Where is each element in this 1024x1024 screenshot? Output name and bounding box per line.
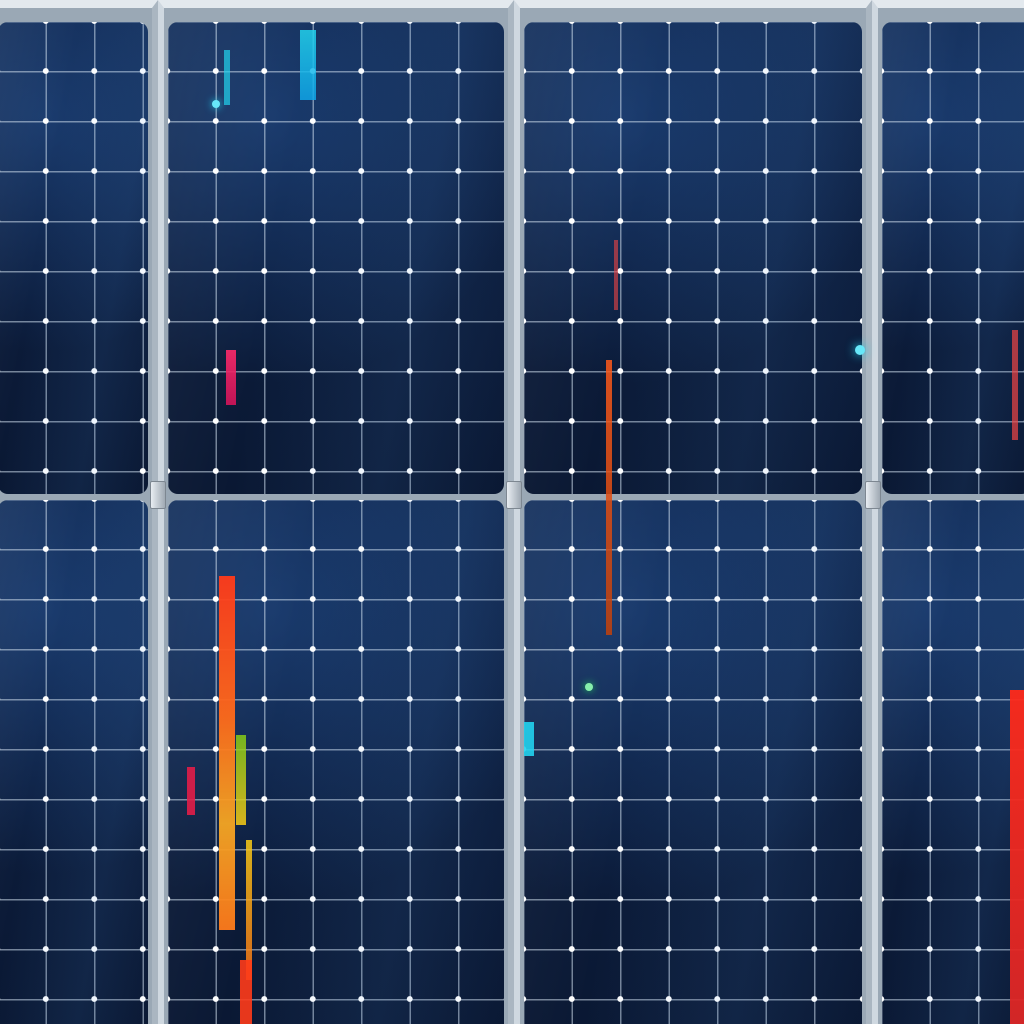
panel-2-upper-cells [168, 22, 504, 494]
solar-panel-2 [158, 0, 514, 1024]
glitch-streak [606, 360, 612, 635]
panel-1-lower-cells [0, 500, 148, 1024]
solar-panel-3 [514, 0, 872, 1024]
glitch-streak [226, 350, 236, 405]
glitch-streak [1012, 330, 1018, 440]
mounting-clamp [506, 481, 522, 509]
glitch-streak [219, 576, 235, 930]
glitch-streak [614, 240, 618, 310]
glitch-streak [246, 840, 252, 980]
glitch-dot [585, 683, 593, 691]
glitch-dot [855, 345, 865, 355]
solar-panel-4 [872, 0, 1024, 1024]
glitch-streak [1010, 690, 1024, 1024]
glitch-streak [240, 960, 252, 1024]
glitch-streak [187, 767, 195, 815]
mounting-clamp [865, 481, 881, 509]
solar-panel-scene [0, 0, 1024, 1024]
glitch-streak [300, 30, 316, 100]
panel-1-upper-cells [0, 22, 148, 494]
panel-3-upper-cells [524, 22, 862, 494]
mounting-clamp [150, 481, 166, 509]
glitch-streak [224, 50, 230, 105]
panel-3-lower-cells [524, 500, 862, 1024]
glitch-streak [236, 735, 246, 825]
panel-4-lower-cells [882, 500, 1024, 1024]
glitch-streak [524, 722, 534, 756]
solar-panel-1 [0, 0, 158, 1024]
glitch-dot [212, 100, 220, 108]
panel-4-upper-cells [882, 22, 1024, 494]
